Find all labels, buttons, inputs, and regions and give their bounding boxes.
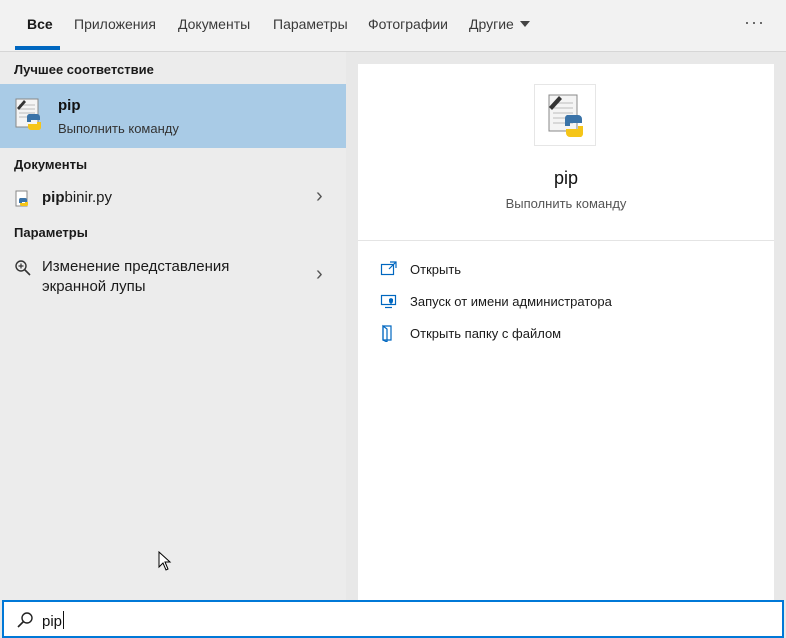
python-script-icon	[548, 94, 584, 137]
preview-subtitle: Выполнить команду	[505, 196, 627, 211]
setting-name-line1: Изменение представления	[42, 258, 230, 275]
tab-photos[interactable]: Фотографии	[368, 16, 448, 32]
chevron-right-icon[interactable]: ›	[316, 185, 323, 208]
text-caret	[63, 611, 65, 629]
document-name-match: pip	[42, 189, 65, 206]
search-icon	[17, 612, 33, 628]
action-run-as-admin-label: Запуск от имени администратора	[410, 294, 612, 309]
tab-documents[interactable]: Документы	[178, 16, 250, 32]
document-result[interactable]: pipbinir.py ›	[0, 182, 346, 214]
documents-heading: Документы	[14, 157, 88, 172]
results-panel: Лучшее соответствие pip Выполнить команд…	[0, 52, 346, 600]
preview-panel: pip Выполнить команду Открыть Запуск от …	[358, 64, 774, 600]
python-file-icon	[15, 190, 28, 207]
action-open[interactable]: Открыть	[380, 260, 760, 282]
open-icon	[380, 261, 397, 276]
app-icon-tile	[534, 84, 596, 146]
search-tabs-bar: Все Приложения Документы Параметры Фотог…	[0, 0, 786, 52]
document-name-rest: binir.py	[64, 189, 113, 206]
settings-heading: Параметры	[14, 225, 88, 240]
action-open-label: Открыть	[410, 262, 462, 277]
tab-all[interactable]: Все	[27, 16, 53, 32]
run-as-admin-icon	[380, 294, 397, 309]
preview-title: pip	[553, 168, 579, 188]
open-folder-icon	[382, 324, 392, 342]
action-open-folder-label: Открыть папку с файлом	[410, 326, 562, 341]
mouse-pointer-icon	[158, 551, 172, 571]
active-tab-indicator	[15, 46, 60, 50]
chevron-right-icon[interactable]: ›	[316, 263, 323, 286]
setting-name-line2: экранной лупы	[42, 278, 146, 295]
action-open-folder[interactable]: Открыть папку с файлом	[380, 324, 760, 346]
divider	[358, 240, 774, 241]
best-match-subtitle: Выполнить команду	[58, 121, 179, 136]
document-name: pipbinir.py	[42, 188, 112, 208]
search-input[interactable]: pip	[42, 611, 65, 630]
tab-settings[interactable]: Параметры	[273, 16, 348, 32]
more-options-button[interactable]: ···	[744, 12, 765, 33]
tab-more[interactable]: Другие	[469, 16, 530, 32]
tab-apps[interactable]: Приложения	[74, 16, 156, 32]
magnifier-icon	[15, 260, 31, 276]
best-match-result[interactable]: pip Выполнить команду	[0, 84, 346, 148]
action-run-as-admin[interactable]: Запуск от имени администратора	[380, 292, 760, 314]
best-match-heading: Лучшее соответствие	[14, 62, 154, 77]
search-box[interactable]: pip	[2, 600, 784, 638]
search-query: pip	[42, 613, 63, 630]
best-match-name: pip	[58, 97, 81, 114]
python-script-icon	[15, 98, 42, 130]
chevron-down-icon	[519, 21, 530, 27]
tab-more-label: Другие	[469, 16, 514, 32]
setting-result[interactable]: Изменение представления экранной лупы ›	[0, 252, 346, 300]
